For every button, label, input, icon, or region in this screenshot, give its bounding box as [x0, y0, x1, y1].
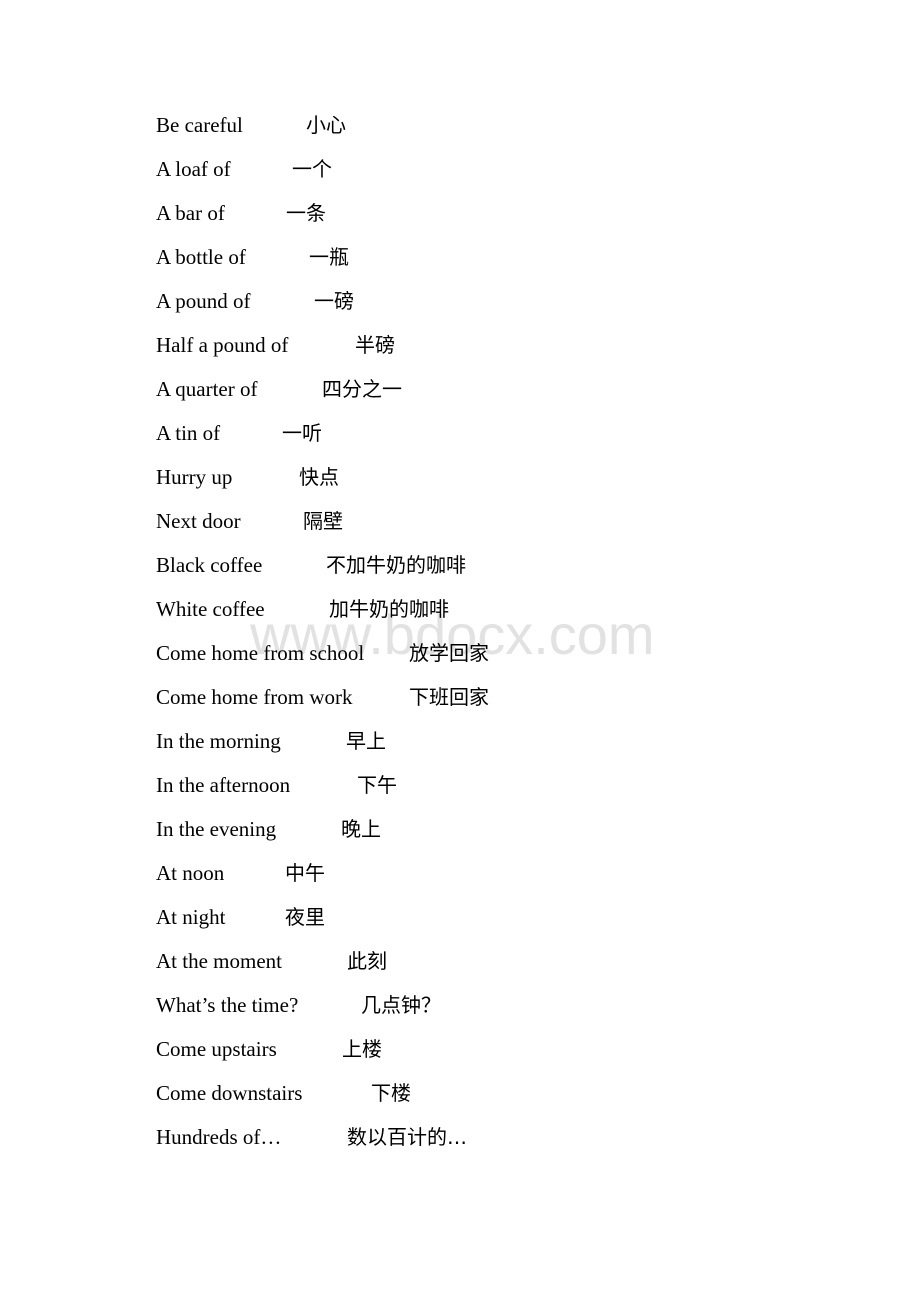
chinese-translation: 隔壁: [303, 509, 343, 533]
phrase-row: What’s the time? 几点钟？: [156, 990, 441, 1034]
english-phrase: Be careful: [156, 113, 243, 137]
phrase-row: Come home from work 下班回家: [156, 682, 489, 726]
english-phrase: Come home from work: [156, 685, 353, 709]
english-phrase: What’s the time?: [156, 993, 299, 1017]
chinese-translation: 上楼: [342, 1037, 382, 1061]
chinese-translation: 数以百计的…: [347, 1125, 467, 1149]
english-phrase: Hundreds of…: [156, 1125, 282, 1149]
phrase-row: Be careful 小心: [156, 110, 364, 154]
chinese-translation: 半磅: [355, 333, 395, 357]
english-phrase: At night: [156, 905, 226, 929]
english-phrase: Come upstairs: [156, 1037, 277, 1061]
chinese-translation: 下班回家: [409, 685, 489, 709]
phrase-row: Come home from school 放学回家: [156, 638, 489, 682]
english-phrase: In the morning: [156, 729, 281, 753]
english-phrase: Half a pound of: [156, 333, 289, 357]
document-page: www.bdocx.com Be careful 小心 A loaf of 一个 A b…: [0, 0, 920, 1302]
phrase-row: Half a pound of 半磅: [156, 330, 395, 374]
phrase-list: Be careful 小心 A loaf of 一个 A bar of 一条 A bottl…: [156, 110, 489, 1166]
english-phrase: A quarter of: [156, 377, 258, 401]
chinese-translation: 一磅: [314, 289, 354, 313]
english-phrase: White coffee: [156, 597, 265, 621]
phrase-row: At noon 中午: [156, 858, 364, 902]
chinese-translation: 加牛奶的咖啡: [329, 597, 449, 621]
phrase-row: A bar of 一条: [156, 198, 364, 242]
phrase-row: At the moment 此刻: [156, 946, 387, 990]
phrase-row: At night 夜里: [156, 902, 364, 946]
phrase-row: In the afternoon 下午: [156, 770, 397, 814]
chinese-translation: 一听: [282, 421, 322, 445]
english-phrase: A bar of: [156, 201, 225, 225]
chinese-translation: 一瓶: [309, 245, 349, 269]
chinese-translation: 不加牛奶的咖啡: [326, 553, 466, 577]
english-phrase: A loaf of: [156, 157, 231, 181]
phrase-row: A tin of 一听: [156, 418, 364, 462]
english-phrase: Next door: [156, 509, 241, 533]
chinese-translation: 一个: [292, 157, 332, 181]
phrase-row: In the evening 晚上: [156, 814, 381, 858]
phrase-row: In the morning 早上: [156, 726, 386, 770]
chinese-translation: 放学回家: [409, 641, 489, 665]
phrase-row: Hundreds of… 数以百计的…: [156, 1122, 467, 1166]
english-phrase: Black coffee: [156, 553, 263, 577]
chinese-translation: 夜里: [285, 905, 325, 929]
english-phrase: Hurry up: [156, 465, 233, 489]
chinese-translation: 早上: [346, 729, 386, 753]
chinese-translation: 中午: [285, 861, 325, 885]
english-phrase: A bottle of: [156, 245, 246, 269]
phrase-row: A quarter of 四分之一: [156, 374, 402, 418]
english-phrase: A pound of: [156, 289, 251, 313]
phrase-row: A bottle of 一瓶: [156, 242, 364, 286]
english-phrase: At the moment: [156, 949, 282, 973]
english-phrase: In the afternoon: [156, 773, 291, 797]
phrase-row: Come upstairs 上楼: [156, 1034, 382, 1078]
chinese-translation: 晚上: [341, 817, 381, 841]
english-phrase: In the evening: [156, 817, 277, 841]
phrase-row: Next door 隔壁: [156, 506, 364, 550]
phrase-row: Black coffee 不加牛奶的咖啡: [156, 550, 466, 594]
phrase-row: White coffee 加牛奶的咖啡: [156, 594, 449, 638]
english-phrase: A tin of: [156, 421, 221, 445]
chinese-translation: 几点钟？: [361, 993, 441, 1017]
chinese-translation: 下午: [357, 773, 397, 797]
english-phrase: At noon: [156, 861, 225, 885]
phrase-row: A loaf of 一个: [156, 154, 364, 198]
phrase-row: Hurry up 快点: [156, 462, 364, 506]
chinese-translation: 快点: [299, 465, 339, 489]
phrase-row: A pound of 一磅: [156, 286, 364, 330]
chinese-translation: 此刻: [347, 949, 387, 973]
chinese-translation: 小心: [306, 113, 346, 137]
english-phrase: Come downstairs: [156, 1081, 303, 1105]
chinese-translation: 四分之一: [322, 377, 402, 401]
chinese-translation: 一条: [286, 201, 326, 225]
phrase-row: Come downstairs 下楼: [156, 1078, 411, 1122]
chinese-translation: 下楼: [371, 1081, 411, 1105]
english-phrase: Come home from school: [156, 641, 365, 665]
